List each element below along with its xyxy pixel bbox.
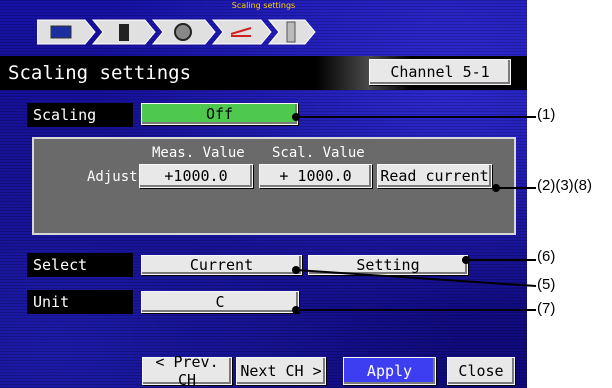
callout-6: (6) xyxy=(537,248,556,265)
callout-1: (1) xyxy=(537,106,556,123)
callout-2-3-8: (2)(3)(8) xyxy=(537,177,592,194)
callout-7: (7) xyxy=(537,300,556,317)
callout-5: (5) xyxy=(537,276,556,293)
callout-leaders xyxy=(292,113,537,314)
